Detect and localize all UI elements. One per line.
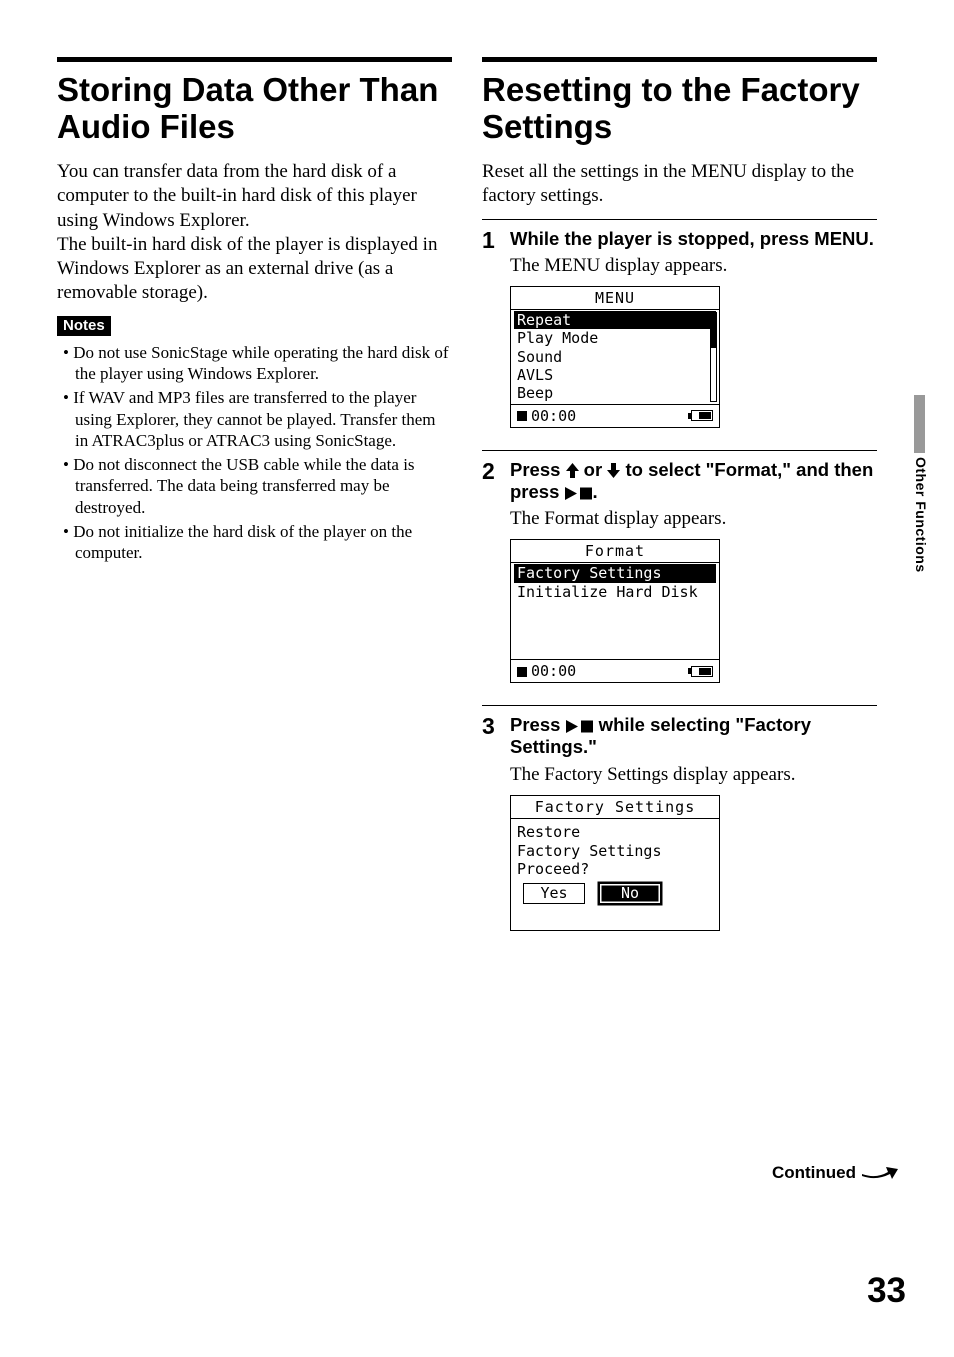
step-number: 1 [482,228,500,440]
step-2: 2 Press or to select "Format," and then … [482,459,877,696]
step-3: 3 Press while selecting "Factory Setting… [482,714,877,943]
lcd-time-text: 00:00 [531,662,576,680]
note-item: Do not disconnect the USB cable while th… [63,454,452,518]
play-stop-icon [565,487,593,500]
page-number: 33 [867,1271,906,1311]
note-item: Do not initialize the hard disk of the p… [63,521,452,564]
notes-list: Do not use SonicStage while operating th… [57,342,452,564]
lcd-message-line: Factory Settings [517,842,713,861]
step-1: 1 While the player is stopped, press MEN… [482,228,877,440]
tab-label: Other Functions [913,395,929,573]
lcd-time-text: 00:00 [531,407,576,425]
lcd-button-yes[interactable]: Yes [523,883,585,904]
note-item: Do not use SonicStage while operating th… [63,342,452,385]
step-subtext: The Factory Settings display appears. [510,763,877,787]
text: . [593,481,598,502]
divider [482,219,877,220]
battery-icon [688,666,713,677]
lcd-screen-format: Format Factory Settings Initialize Hard … [510,539,720,683]
left-column: Storing Data Other Than Audio Files You … [57,57,452,949]
step-heading: Press while selecting "Factory Settings.… [510,714,877,758]
lcd-item: Initialize Hard Disk [511,583,719,601]
lcd-item: Play Mode [511,329,719,347]
step-heading: Press or to select "Format," and then pr… [510,459,877,503]
lcd-item-selected: Factory Settings [514,564,716,582]
play-stop-icon [566,720,594,733]
up-arrow-icon [566,463,579,478]
lcd-title: MENU [511,287,719,310]
lcd-message-line: Proceed? [517,860,713,879]
divider [482,450,877,451]
text: or [579,459,608,480]
lcd-item-selected: Repeat [514,311,716,329]
down-arrow-icon [607,463,620,478]
lcd-title: Format [511,540,719,563]
section-title-left: Storing Data Other Than Audio Files [57,72,452,146]
lcd-time: 00:00 [517,407,576,425]
lcd-scrollbar [710,312,717,401]
section-rule [482,57,877,62]
lcd-item: Beep [511,384,719,402]
continued-arrow-icon [862,1167,898,1179]
section-title-right: Resetting to the Factory Settings [482,72,877,146]
lcd-screen-menu: MENU Repeat Play Mode Sound AVLS Beep [510,286,720,427]
text: Press [510,459,566,480]
right-column: Resetting to the Factory Settings Reset … [482,57,877,949]
lcd-message-line: Restore [517,823,713,842]
lcd-item: AVLS [511,366,719,384]
divider [482,705,877,706]
intro-paragraph-right: Reset all the settings in the MENU displ… [482,160,877,209]
lcd-title: Factory Settings [511,796,719,819]
step-subtext: The Format display appears. [510,507,877,531]
notes-label: Notes [57,316,111,336]
step-subtext: The MENU display appears. [510,254,877,278]
step-heading: While the player is stopped, press MENU. [510,228,877,250]
lcd-scrollbar-thumb [711,313,716,348]
lcd-button-no[interactable]: No [599,883,661,904]
battery-icon [688,410,713,421]
note-item: If WAV and MP3 files are transferred to … [63,387,452,451]
continued-label: Continued [772,1163,856,1183]
lcd-screen-factory: Factory Settings Restore Factory Setting… [510,795,720,931]
lcd-item: Sound [511,348,719,366]
section-tab: Other Functions [898,395,914,573]
section-rule [57,57,452,62]
text: Press [510,714,566,735]
step-number: 2 [482,459,500,696]
stop-icon [517,411,527,421]
intro-paragraph: You can transfer data from the hard disk… [57,160,452,306]
stop-icon [517,667,527,677]
lcd-time: 00:00 [517,662,576,680]
step-number: 3 [482,714,500,943]
continued-indicator: Continued [772,1163,898,1183]
